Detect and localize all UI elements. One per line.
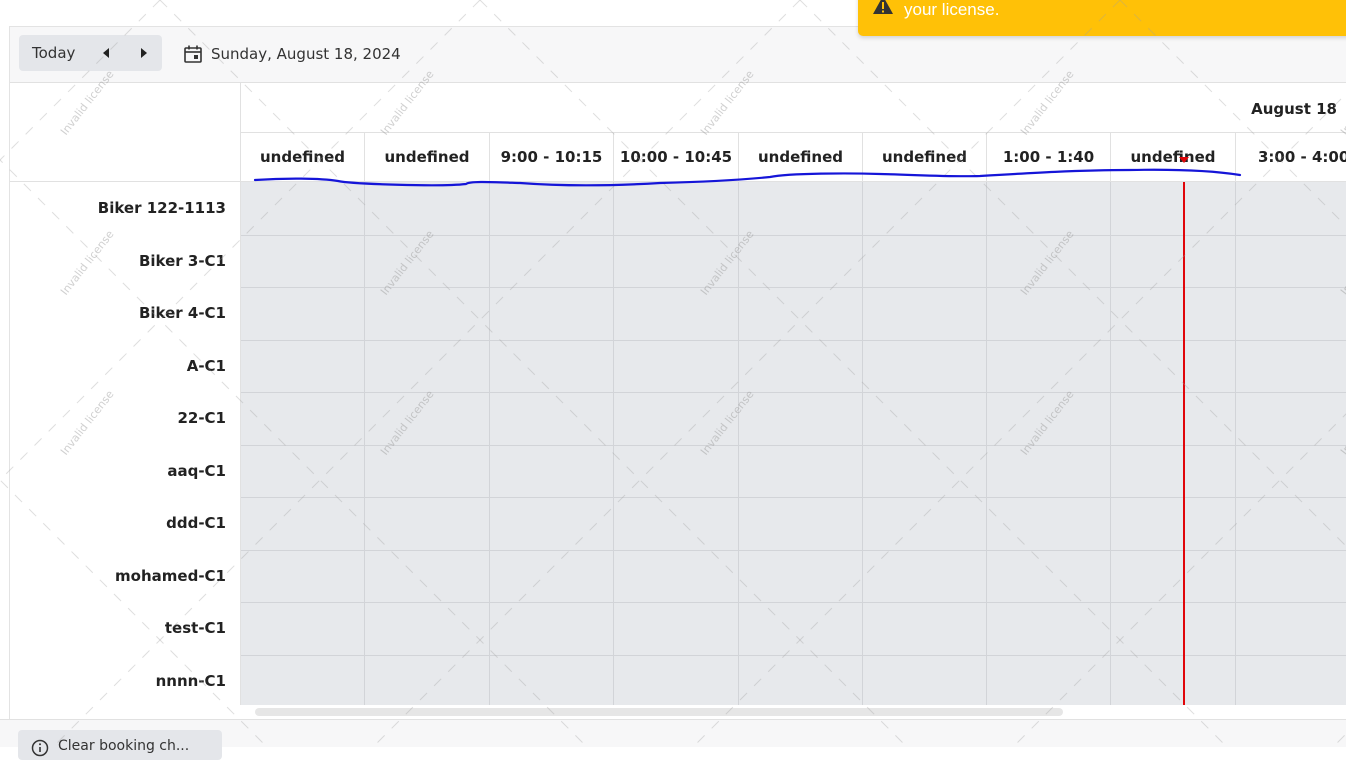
schedule-grid[interactable] (241, 182, 1346, 705)
time-slot-header: undefined (241, 133, 365, 181)
navigation-group: Today (19, 35, 162, 71)
resource-label: Biker 122-1113 (97, 199, 226, 217)
resource-label: Biker 3-C1 (138, 252, 226, 270)
resource-label: mohamed-C1 (115, 567, 226, 585)
grid-row-line (241, 655, 1346, 656)
current-time-indicator (1183, 182, 1185, 705)
clear-booking-label: Clear booking ch... (58, 738, 190, 754)
scheduler-footer: Clear booking ch... (0, 719, 1346, 760)
grid-row-line (241, 550, 1346, 551)
resource-header-corner (10, 83, 241, 182)
resource-label: Biker 4-C1 (138, 304, 226, 322)
time-slot-header: undefined (863, 133, 987, 181)
grid-row-line (241, 602, 1346, 603)
license-warning-text: your license. (904, 0, 1000, 19)
current-time-marker (1179, 157, 1189, 163)
date-header-label: August 18 (1251, 100, 1337, 118)
resource-label: A-C1 (186, 357, 226, 375)
resource-label: aaq-C1 (167, 462, 226, 480)
timeline-scheduler: Today Sunday, August 18, 2024 August 18 … (9, 26, 1346, 719)
clear-booking-button[interactable]: Clear booking ch... (18, 730, 222, 760)
grid-column-line (1235, 182, 1236, 705)
time-slot-header: 10:00 - 10:45 (614, 133, 739, 181)
time-slot-header: undefined (365, 133, 490, 181)
next-button[interactable] (133, 43, 153, 63)
time-slot-header: undefined (1111, 133, 1236, 181)
time-slot-header: 3:00 - 4:00 (1258, 148, 1346, 166)
grid-row-line (241, 287, 1346, 288)
time-slot-header: undefined (739, 133, 863, 181)
grid-row-line (241, 340, 1346, 341)
today-button[interactable]: Today (32, 44, 75, 62)
date-header-row: August 18 (241, 83, 1346, 133)
warning-icon (873, 0, 893, 14)
resource-column: Biker 122-1113 Biker 3-C1 Biker 4-C1 A-C1 22… (10, 182, 241, 705)
caret-left-icon (103, 48, 109, 58)
grid-column-line (489, 182, 490, 705)
horizontal-scrollbar[interactable] (255, 708, 1063, 716)
grid-row-line (241, 497, 1346, 498)
grid-column-line (364, 182, 365, 705)
time-slot-header: 1:00 - 1:40 (987, 133, 1111, 181)
previous-button[interactable] (97, 43, 117, 63)
grid-column-line (738, 182, 739, 705)
grid-row-line (241, 235, 1346, 236)
grid-column-line (986, 182, 987, 705)
license-warning-banner: your license. (858, 0, 1346, 36)
grid-column-line (862, 182, 863, 705)
caret-right-icon (141, 48, 147, 58)
resource-label: 22-C1 (177, 409, 226, 427)
info-icon (31, 739, 49, 757)
grid-row-line (241, 445, 1346, 446)
resource-label: ddd-C1 (166, 514, 226, 532)
grid-row-line (241, 392, 1346, 393)
resource-label: test-C1 (164, 619, 226, 637)
calendar-icon (184, 45, 202, 63)
time-slot-header: 9:00 - 10:15 (490, 133, 614, 181)
resource-label: nnnn-C1 (155, 672, 226, 690)
grid-column-line (1110, 182, 1111, 705)
grid-column-line (613, 182, 614, 705)
current-date-text: Sunday, August 18, 2024 (211, 45, 401, 63)
date-picker[interactable]: Sunday, August 18, 2024 (183, 42, 401, 66)
